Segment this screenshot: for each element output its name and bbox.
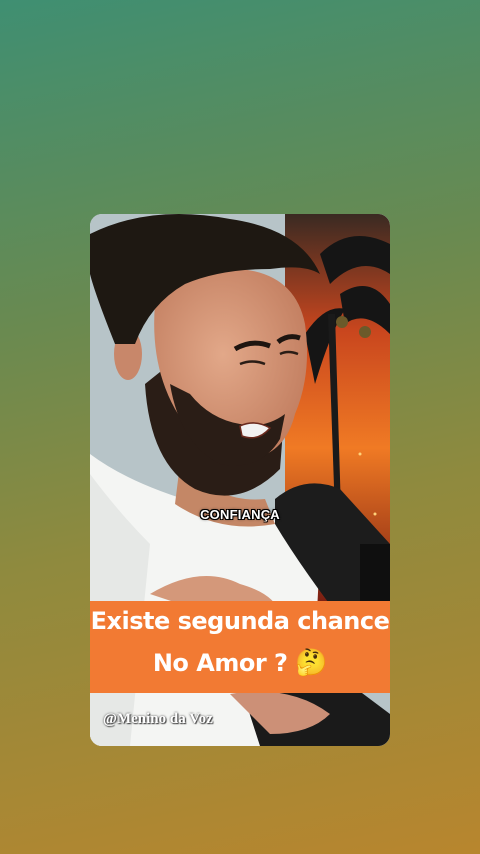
thinking-face-icon: 🤔: [295, 648, 328, 678]
headline-banner: Existe segunda chance No Amor ? 🤔: [90, 601, 390, 693]
watermark-handle: @Menino da Voz: [103, 711, 213, 727]
headline-line-2: No Amor ? 🤔: [90, 648, 390, 678]
video-frame[interactable]: CONFIANÇA Existe segunda chance No Amor …: [90, 214, 390, 746]
caption-subtitle: CONFIANÇA: [200, 507, 280, 522]
headline-line-2-text: No Amor ?: [152, 649, 288, 677]
headline-line-1: Existe segunda chance: [90, 607, 390, 635]
